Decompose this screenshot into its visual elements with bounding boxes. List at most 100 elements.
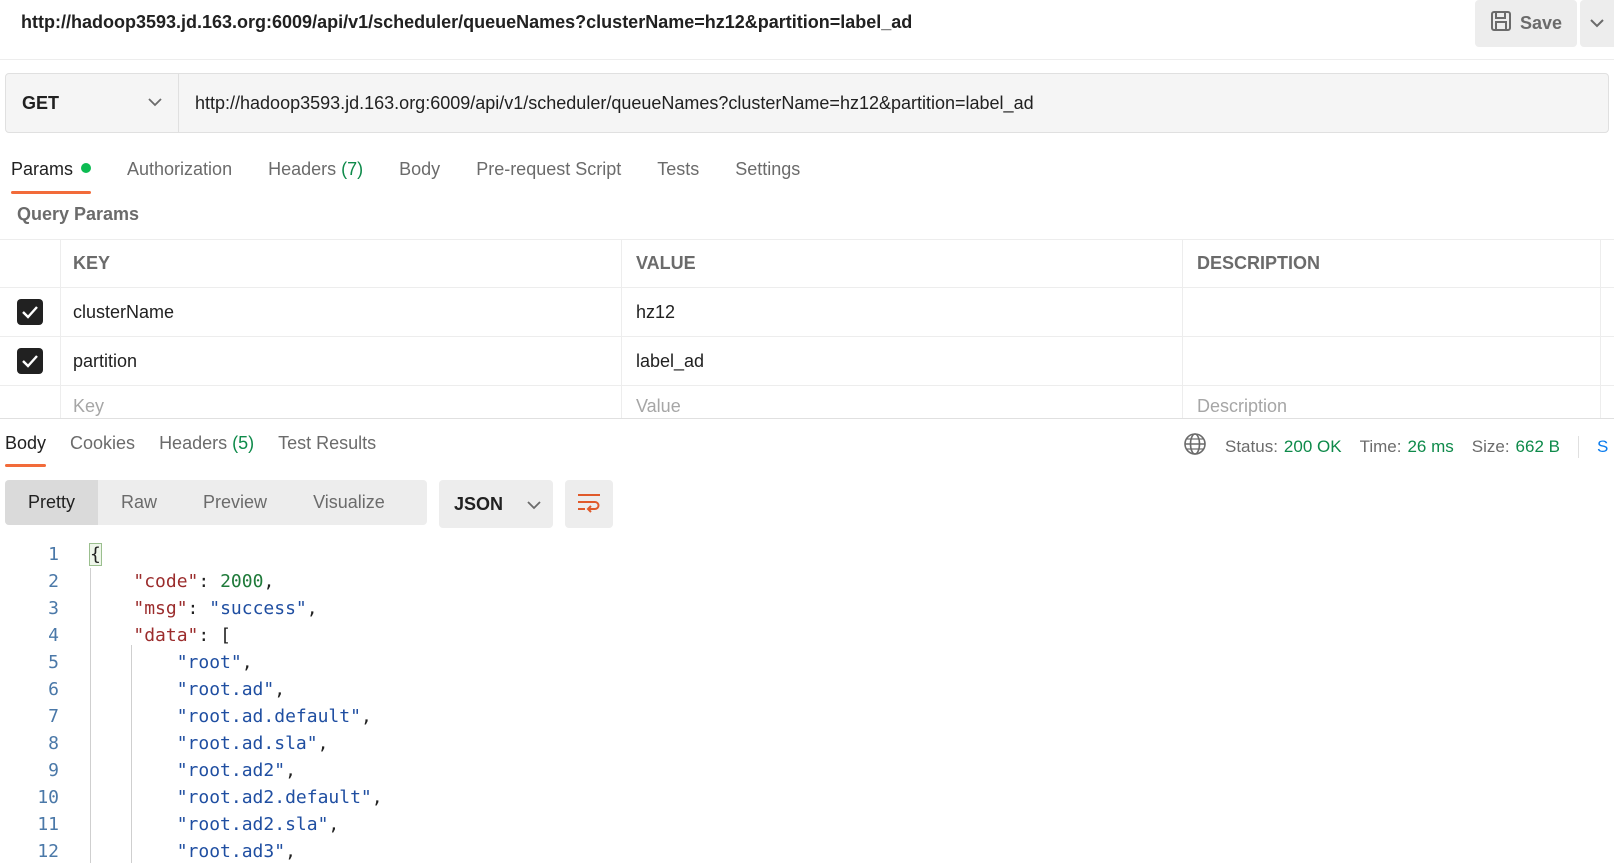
params-indicator-dot [81,163,92,173]
table-row-new: Key Value Description [0,386,1614,419]
param-value[interactable]: label_ad [622,337,1183,385]
response-status-area: Status: 200 OK Time: 26 ms Size: 662 B S [1183,432,1608,461]
url-input[interactable]: http://hadoop3593.jd.163.org:6009/api/v1… [179,74,1608,132]
response-tab-body-label: Body [5,433,47,453]
line-number: 8 [48,733,59,754]
line-number: 2 [48,571,59,592]
open-brace: { [89,543,102,566]
param-value[interactable]: hz12 [622,288,1183,336]
code-line: 9 "root.ad2", [0,757,1614,784]
param-description[interactable] [1183,337,1601,385]
tab-body[interactable]: Body [399,152,440,194]
response-tab-cookies[interactable]: Cookies [70,421,135,467]
response-tab-headers[interactable]: Headers (5) [159,421,254,467]
tab-params-label: Params [11,159,74,179]
view-preview[interactable]: Preview [180,480,290,525]
json-string: "root.ad2.sla" [176,814,329,835]
row-checkbox-cell [0,288,61,336]
json-string: "root" [176,652,242,673]
language-select[interactable]: JSON [439,480,553,528]
tab-tests[interactable]: Tests [657,152,699,194]
row-extra-cell [1601,386,1614,419]
response-tab-test-results-label: Test Results [278,433,377,453]
status-value[interactable]: 200 OK [1284,437,1342,457]
view-raw[interactable]: Raw [98,480,180,525]
response-tab-body[interactable]: Body [5,421,47,467]
save-options-button[interactable] [1580,0,1614,47]
view-visualize[interactable]: Visualize [290,480,408,525]
code-line: 6 "root.ad", [0,676,1614,703]
time-value[interactable]: 26 ms [1407,437,1453,457]
wrap-lines-button[interactable] [565,480,613,528]
table-header-row: KEY VALUE DESCRIPTION [0,239,1614,288]
table-row: clusterName hz12 [0,288,1614,337]
tab-settings[interactable]: Settings [735,152,800,194]
param-description[interactable] [1183,288,1601,336]
row-checkbox[interactable] [17,299,43,325]
title-bar: http://hadoop3593.jd.163.org:6009/api/v1… [0,0,1614,60]
table-row: partition label_ad [0,337,1614,386]
new-description-input[interactable]: Description [1183,386,1601,419]
row-extra-cell [1601,288,1614,336]
line-number: 4 [48,625,59,646]
check-icon [22,306,38,319]
tab-headers-label: Headers [268,159,337,179]
time-label: Time: [1359,436,1402,456]
json-key: "data" [133,625,199,646]
method-select[interactable]: GET [6,74,179,132]
header-value: VALUE [622,240,1183,287]
language-label: JSON [454,493,504,514]
save-label: Save [1520,13,1563,33]
json-string: "success" [209,598,307,619]
open-bracket: [ [220,625,231,646]
line-number: 5 [48,652,59,673]
json-string: "root.ad2" [176,760,286,781]
param-key[interactable]: partition [61,337,622,385]
json-number: 2000 [220,571,264,592]
new-value-input[interactable]: Value [622,386,1183,419]
json-string: "root.ad2.default" [176,787,372,808]
globe-icon[interactable] [1183,432,1207,461]
code-line: 4 "data": [ [0,622,1614,649]
chevron-down-icon [148,94,162,112]
row-checkbox[interactable] [17,348,43,374]
tab-prerequest-label: Pre-request Script [476,159,622,179]
json-string: "root.ad.default" [176,706,361,727]
code-line: 8 "root.ad.sla", [0,730,1614,757]
tab-params[interactable]: Params [11,152,92,194]
line-number: 9 [48,760,59,781]
request-title[interactable]: http://hadoop3593.jd.163.org:6009/api/v1… [21,12,912,33]
line-number: 7 [48,706,59,727]
row-checkbox-cell [0,386,61,419]
response-tab-test-results[interactable]: Test Results [278,421,376,467]
status-label: Status: [1225,436,1278,456]
row-checkbox-cell [0,337,61,385]
response-tab-headers-label: Headers [159,433,228,453]
code-line: 11 "root.ad2.sla", [0,811,1614,838]
size-value[interactable]: 662 B [1516,437,1560,457]
method-label: GET [22,92,60,113]
line-number: 6 [48,679,59,700]
code-line: 2 "code": 2000, [0,568,1614,595]
tab-prerequest-script[interactable]: Pre-request Script [476,152,621,194]
header-description: DESCRIPTION [1183,240,1601,287]
json-string: "root.ad3" [176,841,286,862]
tab-headers-count: (7) [341,159,364,179]
tab-headers[interactable]: Headers (7) [268,152,363,194]
size-label: Size: [1471,436,1510,456]
tab-authorization[interactable]: Authorization [127,152,232,194]
check-icon [22,355,38,368]
query-params-title: Query Params [17,204,140,224]
response-code-viewer[interactable]: 1{ 2 "code": 2000, 3 "msg": "success", 4… [0,541,1614,863]
response-headers-count: (5) [232,433,255,453]
param-key[interactable]: clusterName [61,288,622,336]
tab-authorization-label: Authorization [127,159,233,179]
response-tab-cookies-label: Cookies [70,433,136,453]
view-pretty[interactable]: Pretty [5,480,99,525]
new-key-input[interactable]: Key [61,386,622,419]
save-button[interactable]: Save [1475,0,1577,47]
request-tabs: Params Authorization Headers (7) Body Pr… [0,152,836,194]
save-response-link[interactable]: S [1597,437,1608,457]
response-divider[interactable] [0,418,1614,419]
chevron-down-icon [1589,15,1605,33]
